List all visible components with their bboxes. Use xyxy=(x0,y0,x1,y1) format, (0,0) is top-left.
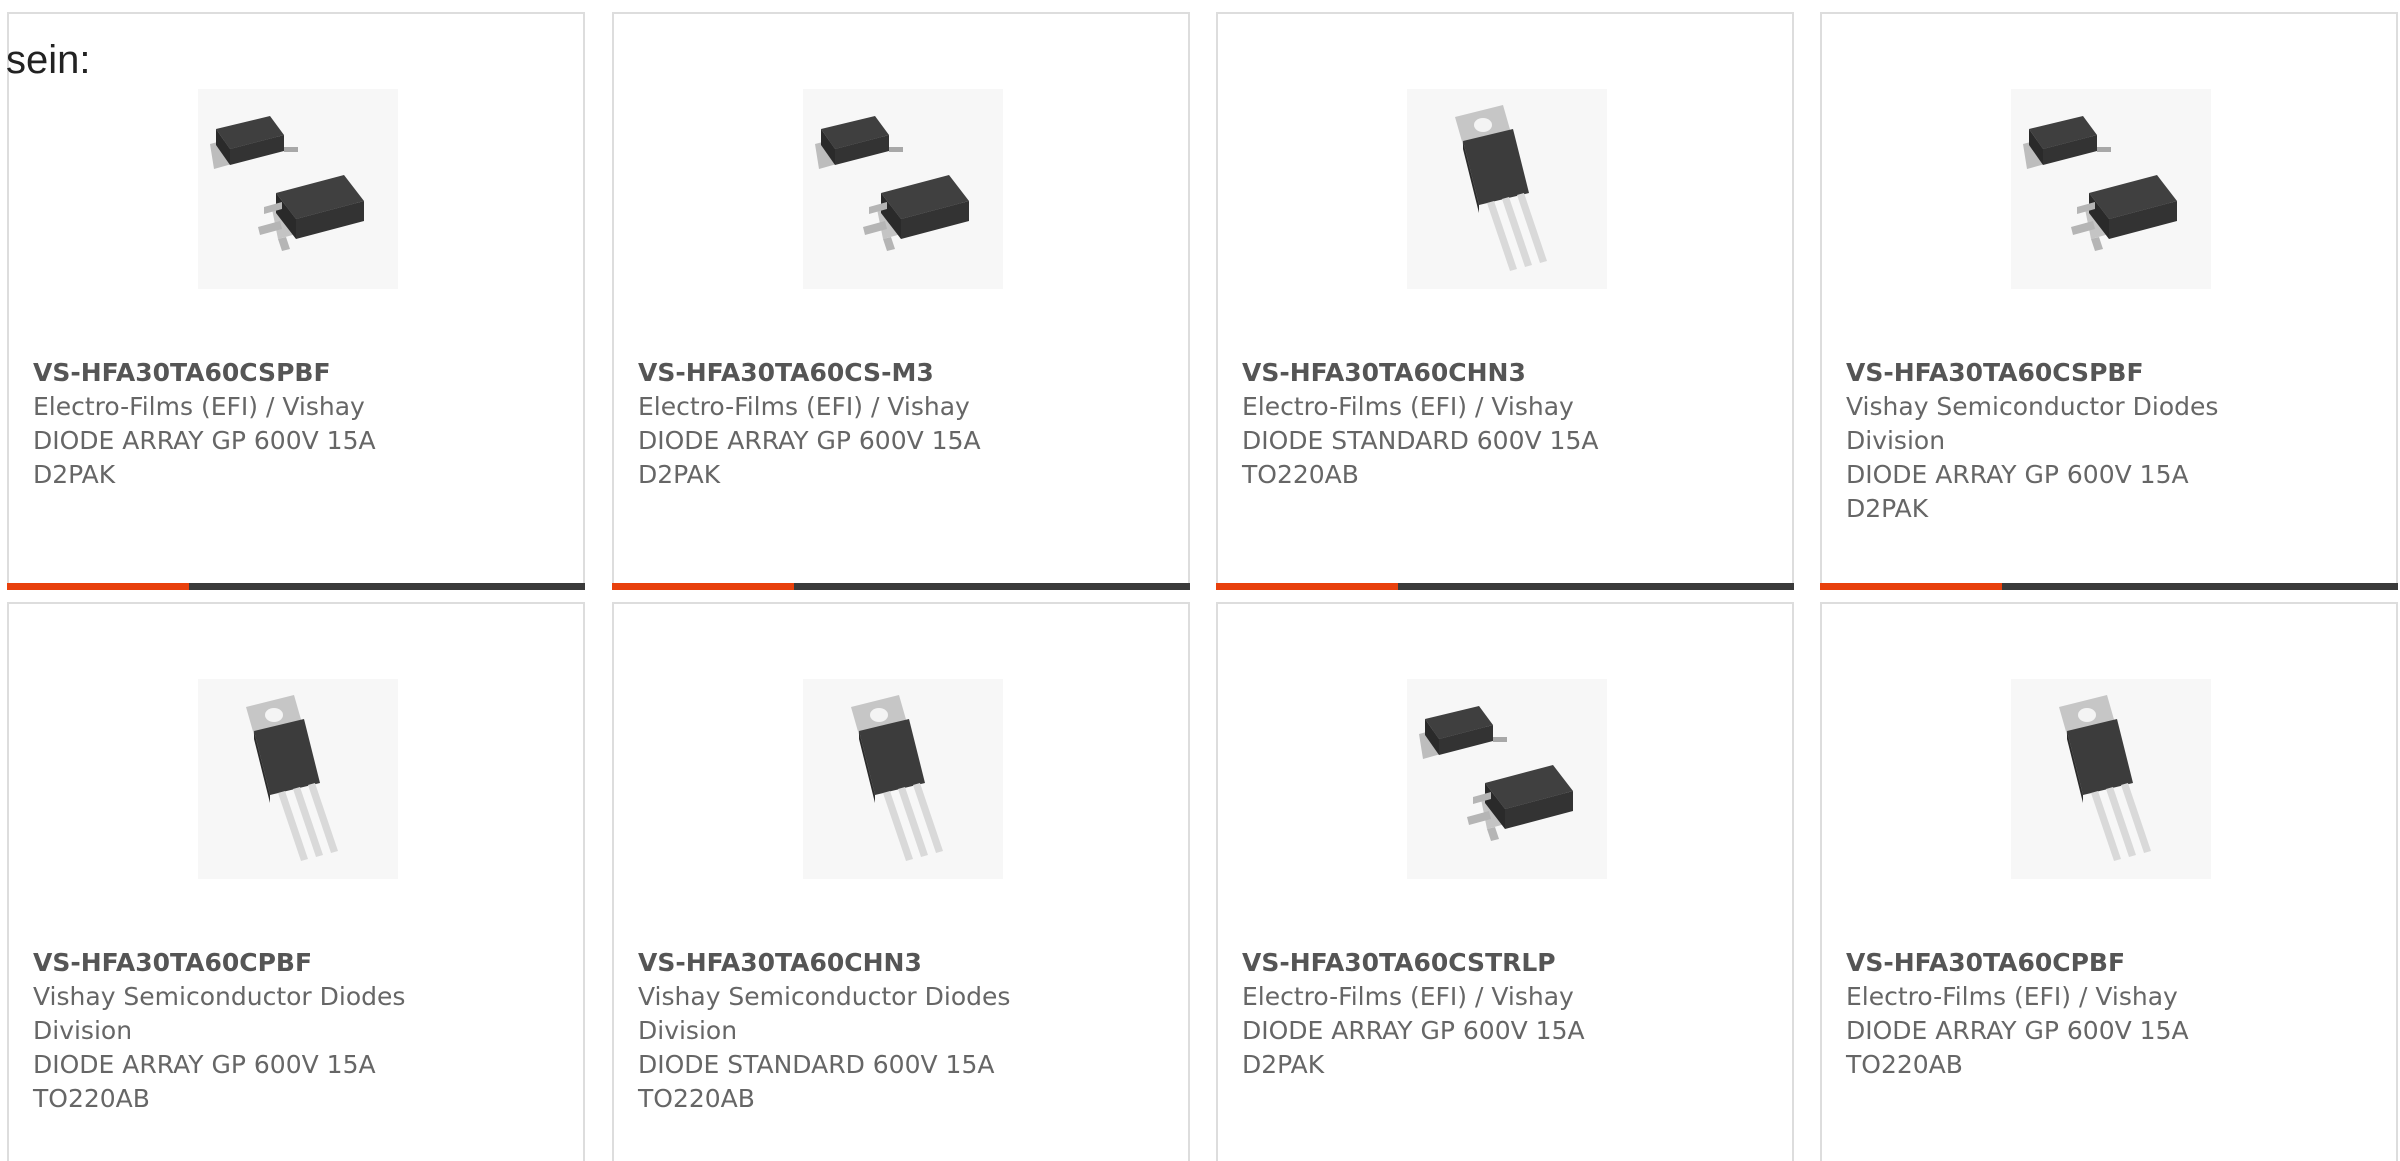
product-card[interactable]: VS-HFA30TA60CPBF Electro-Films (EFI) / Vi… xyxy=(1820,602,2398,1161)
package: TO220AB xyxy=(33,1084,150,1113)
product-image[interactable] xyxy=(2011,89,2211,289)
description: DIODE ARRAY GP 600V 15A xyxy=(33,1050,376,1079)
manufacturer-cont: Division xyxy=(33,1016,133,1045)
package: TO220AB xyxy=(1846,1050,1963,1079)
d2pak-package-icon xyxy=(2023,116,2177,251)
product-image[interactable] xyxy=(198,89,398,289)
part-number-link[interactable]: VS-HFA30TA60CSTRLP xyxy=(1242,946,1662,980)
manufacturer: Electro-Films (EFI) / Vishay xyxy=(1846,982,2178,1011)
d2pak-package-icon xyxy=(815,116,969,251)
product-info: VS-HFA30TA60CSPBF Vishay Semiconductor Di… xyxy=(1846,356,2266,526)
product-image[interactable] xyxy=(1407,679,1607,879)
package: D2PAK xyxy=(1242,1050,1325,1079)
d2pak-package-icon xyxy=(1419,706,1573,841)
product-info: VS-HFA30TA60CSPBF Electro-Films (EFI) / V… xyxy=(33,356,453,492)
product-info: VS-HFA30TA60CPBF Vishay Semiconductor Dio… xyxy=(33,946,453,1116)
card-accent-bar xyxy=(1820,583,2002,590)
to220-package-icon xyxy=(1455,105,1547,271)
product-card[interactable]: VS-HFA30TA60CHN3 Vishay Semiconductor Dio… xyxy=(612,602,1190,1161)
description: DIODE ARRAY GP 600V 15A xyxy=(1846,1016,2189,1045)
product-info: VS-HFA30TA60CPBF Electro-Films (EFI) / Vi… xyxy=(1846,946,2266,1082)
part-number-link[interactable]: VS-HFA30TA60CS-M3 xyxy=(638,356,1058,390)
manufacturer: Electro-Films (EFI) / Vishay xyxy=(1242,392,1574,421)
manufacturer-cont: Division xyxy=(1846,426,1946,455)
package: D2PAK xyxy=(33,460,116,489)
manufacturer: Vishay Semiconductor Diodes xyxy=(1846,392,2219,421)
product-card[interactable]: VS-HFA30TA60CSPBF Electro-Films (EFI) / V… xyxy=(7,12,585,590)
product-image[interactable] xyxy=(198,679,398,879)
card-bottom-bar xyxy=(7,583,585,590)
part-number-link[interactable]: VS-HFA30TA60CSPBF xyxy=(1846,356,2266,390)
to220-package-icon xyxy=(246,695,338,861)
product-info: VS-HFA30TA60CS-M3 Electro-Films (EFI) / V… xyxy=(638,356,1058,492)
product-image[interactable] xyxy=(1407,89,1607,289)
card-accent-bar xyxy=(7,583,189,590)
product-info: VS-HFA30TA60CHN3 Electro-Films (EFI) / Vi… xyxy=(1242,356,1662,492)
d2pak-package-icon xyxy=(210,116,364,251)
card-accent-bar xyxy=(1216,583,1398,590)
intro-text: sein: xyxy=(6,38,91,82)
description: DIODE ARRAY GP 600V 15A xyxy=(1846,460,2189,489)
part-number-link[interactable]: VS-HFA30TA60CHN3 xyxy=(1242,356,1662,390)
description: DIODE ARRAY GP 600V 15A xyxy=(638,426,981,455)
manufacturer: Electro-Films (EFI) / Vishay xyxy=(33,392,365,421)
package: TO220AB xyxy=(1242,460,1359,489)
product-card[interactable]: VS-HFA30TA60CSTRLP Electro-Films (EFI) / … xyxy=(1216,602,1794,1161)
manufacturer: Vishay Semiconductor Diodes xyxy=(33,982,406,1011)
card-bottom-bar xyxy=(1820,583,2398,590)
manufacturer: Electro-Films (EFI) / Vishay xyxy=(1242,982,1574,1011)
description: DIODE STANDARD 600V 15A xyxy=(1242,426,1599,455)
product-card[interactable]: VS-HFA30TA60CPBF Vishay Semiconductor Dio… xyxy=(7,602,585,1161)
part-number-link[interactable]: VS-HFA30TA60CHN3 xyxy=(638,946,1058,980)
package: D2PAK xyxy=(638,460,721,489)
manufacturer: Electro-Films (EFI) / Vishay xyxy=(638,392,970,421)
description: DIODE ARRAY GP 600V 15A xyxy=(33,426,376,455)
part-number-link[interactable]: VS-HFA30TA60CPBF xyxy=(33,946,453,980)
product-image[interactable] xyxy=(803,679,1003,879)
product-info: VS-HFA30TA60CHN3 Vishay Semiconductor Dio… xyxy=(638,946,1058,1116)
to220-package-icon xyxy=(2059,695,2151,861)
part-number-link[interactable]: VS-HFA30TA60CSPBF xyxy=(33,356,453,390)
to220-package-icon xyxy=(851,695,943,861)
product-info: VS-HFA30TA60CSTRLP Electro-Films (EFI) / … xyxy=(1242,946,1662,1082)
manufacturer-cont: Division xyxy=(638,1016,738,1045)
package: TO220AB xyxy=(638,1084,755,1113)
card-accent-bar xyxy=(612,583,794,590)
product-image[interactable] xyxy=(803,89,1003,289)
product-card[interactable]: VS-HFA30TA60CSPBF Vishay Semiconductor Di… xyxy=(1820,12,2398,590)
part-number-link[interactable]: VS-HFA30TA60CPBF xyxy=(1846,946,2266,980)
description: DIODE ARRAY GP 600V 15A xyxy=(1242,1016,1585,1045)
description: DIODE STANDARD 600V 15A xyxy=(638,1050,995,1079)
package: D2PAK xyxy=(1846,494,1929,523)
product-card[interactable]: VS-HFA30TA60CS-M3 Electro-Films (EFI) / V… xyxy=(612,12,1190,590)
manufacturer: Vishay Semiconductor Diodes xyxy=(638,982,1011,1011)
card-bottom-bar xyxy=(1216,583,1794,590)
product-image[interactable] xyxy=(2011,679,2211,879)
product-card[interactable]: VS-HFA30TA60CHN3 Electro-Films (EFI) / Vi… xyxy=(1216,12,1794,590)
card-bottom-bar xyxy=(612,583,1190,590)
